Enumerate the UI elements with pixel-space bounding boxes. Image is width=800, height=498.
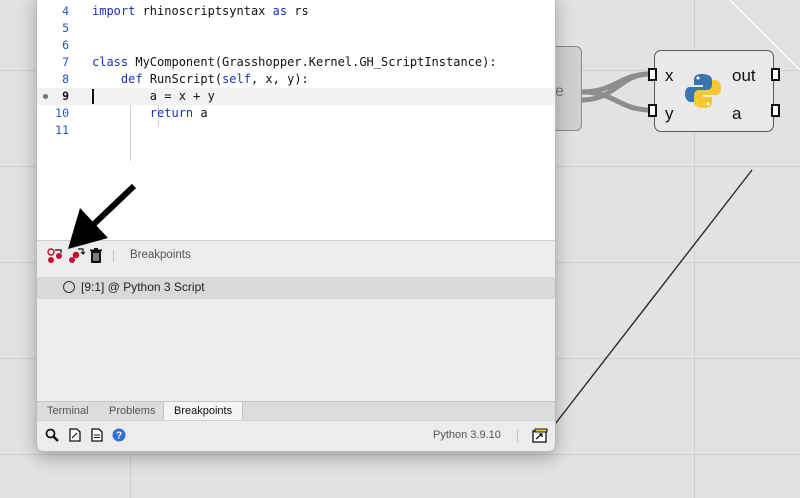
code-line[interactable]: 8 def RunScript(self, x, y):: [37, 71, 555, 88]
python-script-component[interactable]: x y out a: [648, 50, 780, 132]
code-line-text: def RunScript(self, x, y):: [120, 72, 309, 86]
export-icon[interactable]: [532, 428, 548, 443]
svg-text:?: ?: [116, 431, 122, 442]
input-grip-y[interactable]: [648, 104, 657, 117]
line-number: 5: [62, 21, 69, 35]
line-number: 11: [55, 123, 69, 137]
search-icon[interactable]: [45, 428, 59, 442]
code-line-text: class MyComponent(Grasshopper.Kernel.GH_…: [92, 55, 497, 69]
document-icon[interactable]: [68, 428, 82, 442]
help-icon[interactable]: ?: [112, 428, 126, 442]
status-bar: ? Python 3.9.10: [37, 420, 555, 451]
breakpoints-list: [9:1] @ Python 3 Script: [37, 270, 555, 401]
tab-breakpoints[interactable]: Breakpoints: [163, 402, 244, 421]
bottom-panel-tabs: Terminal Problems Breakpoints: [37, 401, 555, 421]
trash-icon[interactable]: [87, 247, 105, 265]
breakpoint-item[interactable]: [9:1] @ Python 3 Script: [37, 277, 555, 299]
input-label-y: y: [665, 104, 674, 123]
output-grip-a[interactable]: [771, 104, 780, 117]
code-line[interactable]: 6: [37, 37, 555, 54]
input-grip-x[interactable]: [648, 68, 657, 81]
tab-terminal[interactable]: Terminal: [37, 402, 99, 421]
code-line[interactable]: 10 return a: [37, 105, 555, 122]
python-logo-icon: [685, 74, 721, 108]
toolbar-separator: [113, 250, 114, 262]
code-line-text: import rhinoscriptsyntax as rs: [92, 4, 309, 18]
document-lines-icon[interactable]: [90, 428, 104, 442]
code-line[interactable]: 7 class MyComponent(Grasshopper.Kernel.G…: [37, 54, 555, 71]
breakpoint-radio[interactable]: [63, 281, 75, 293]
breakpoints-panel-title: Breakpoints: [130, 249, 191, 261]
line-number: 8: [62, 72, 69, 86]
tab-problems[interactable]: Problems: [99, 402, 165, 421]
code-line-text: a = x + y: [92, 89, 215, 103]
code-line[interactable]: 11: [37, 122, 555, 139]
line-number: 4: [62, 4, 69, 18]
code-line[interactable]: 4 import rhinoscriptsyntax as rs: [37, 3, 555, 20]
code-line-text: return a: [149, 106, 208, 120]
output-label-out: out: [732, 66, 756, 85]
status-separator: [517, 430, 518, 442]
output-label-a: a: [732, 104, 742, 123]
breakpoints-toolbar: Breakpoints: [37, 240, 555, 271]
step-breakpoint-icon[interactable]: [46, 247, 64, 265]
toggle-breakpoint-icon[interactable]: [67, 247, 85, 265]
output-grip-out[interactable]: [771, 68, 780, 81]
breakpoint-item-label: [9:1] @ Python 3 Script: [81, 280, 205, 294]
code-line[interactable]: 5: [37, 20, 555, 37]
line-number: 10: [55, 106, 69, 120]
line-number: 6: [62, 38, 69, 52]
input-label-x: x: [665, 66, 674, 85]
script-editor-window[interactable]: 4 import rhinoscriptsyntax as rs 5 6 7 c…: [36, 0, 556, 452]
code-editor[interactable]: 4 import rhinoscriptsyntax as rs 5 6 7 c…: [37, 1, 555, 231]
line-number: 7: [62, 55, 69, 69]
line-number: 9: [62, 89, 69, 103]
component-label: e: [555, 83, 564, 100]
code-line-current[interactable]: 9 a = x + y: [37, 88, 555, 105]
python-version-label: Python 3.9.10: [433, 429, 501, 441]
